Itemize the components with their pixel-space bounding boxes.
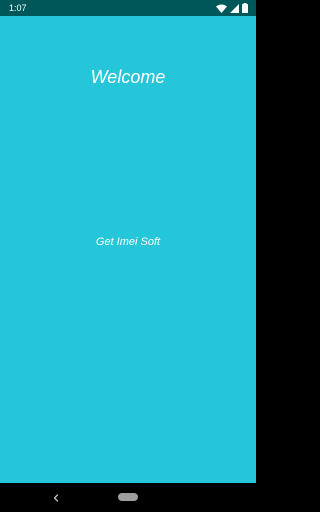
status-bar: 1:07	[0, 0, 256, 16]
status-time: 1:07	[9, 3, 27, 13]
navigation-bar	[0, 483, 256, 512]
app-content: Welcome Get Imei Soft	[0, 16, 256, 483]
get-imei-soft-button[interactable]: Get Imei Soft	[0, 235, 256, 249]
signal-icon	[230, 3, 239, 13]
status-icons	[216, 3, 248, 13]
welcome-title: Welcome	[90, 67, 166, 87]
back-icon[interactable]	[50, 491, 62, 503]
home-pill[interactable]	[118, 493, 138, 501]
battery-icon	[242, 3, 248, 13]
wifi-icon	[216, 4, 227, 13]
